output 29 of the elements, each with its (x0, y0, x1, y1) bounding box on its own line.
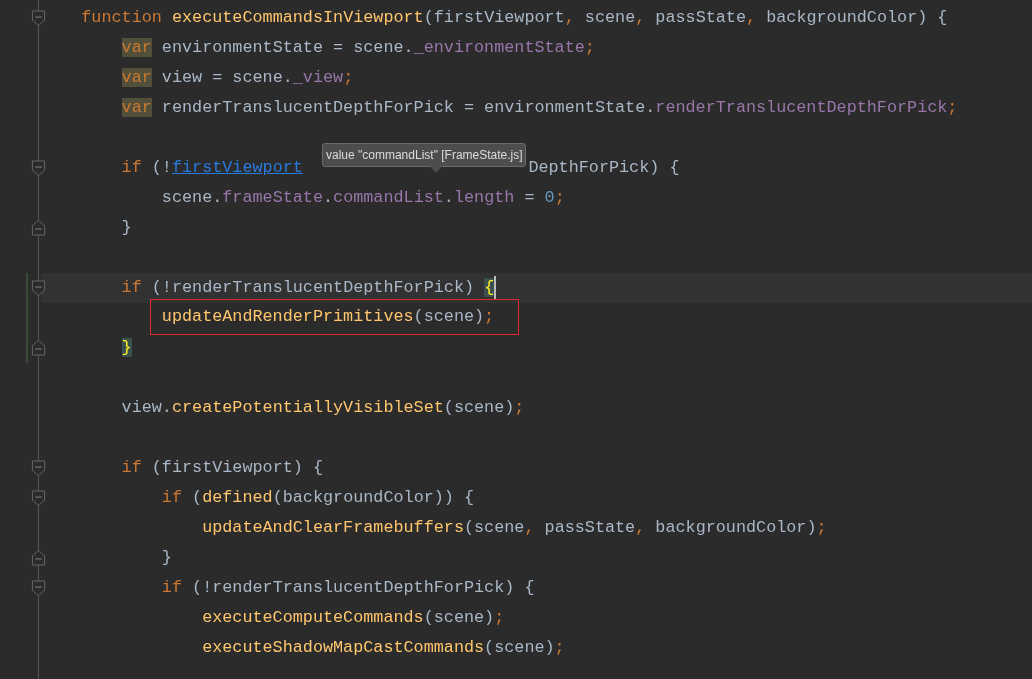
fold-icon[interactable] (31, 458, 46, 478)
code-fragment: DepthForPick) { (528, 158, 680, 177)
code-line: if (!renderTranslucentDepthForPick) { (161, 578, 535, 597)
tooltip-pointer (430, 166, 442, 173)
code-link[interactable]: firstViewport (171, 158, 303, 177)
fold-icon[interactable] (31, 548, 46, 568)
fold-icon[interactable] (31, 578, 46, 598)
code-line: executeShadowMapCastCommands(scene); (202, 638, 565, 657)
code-line: if (defined(backgroundColor)) { (161, 488, 475, 507)
fold-icon[interactable] (31, 278, 46, 298)
code-line: if (!renderTranslucentDepthForPick) { (121, 278, 495, 297)
code-line: var view = scene._view; (121, 68, 354, 87)
fold-icon[interactable] (31, 488, 46, 508)
tooltip: value "commandList" [FrameState.js] (322, 143, 526, 167)
fold-icon[interactable] (31, 8, 46, 28)
code-line: scene.frameState.commandList.length = 0; (161, 188, 565, 207)
code-line: view.createPotentiallyVisibleSet(scene); (121, 398, 525, 417)
code-line: } (161, 548, 172, 567)
code-line: executeComputeCommands(scene); (202, 608, 505, 627)
code-line: var renderTranslucentDepthForPick = environmentState.renderTranslucentDepthForPick; (121, 98, 958, 117)
fold-icon[interactable] (31, 338, 46, 358)
code-line: if (!firstViewport (121, 158, 303, 177)
code-line: var environmentState = scene._environmentState; (121, 38, 595, 57)
code-line: if (firstViewport) { (121, 458, 323, 477)
code-line: function executeCommandsInViewport(firstViewport, scene, passState, backgroundColor) { (81, 8, 948, 27)
fold-icon[interactable] (31, 158, 46, 178)
code-line: } (121, 218, 132, 237)
fold-icon[interactable] (31, 218, 46, 238)
code-line: updateAndClearFramebuffers(scene, passState, backgroundColor); (202, 518, 827, 537)
